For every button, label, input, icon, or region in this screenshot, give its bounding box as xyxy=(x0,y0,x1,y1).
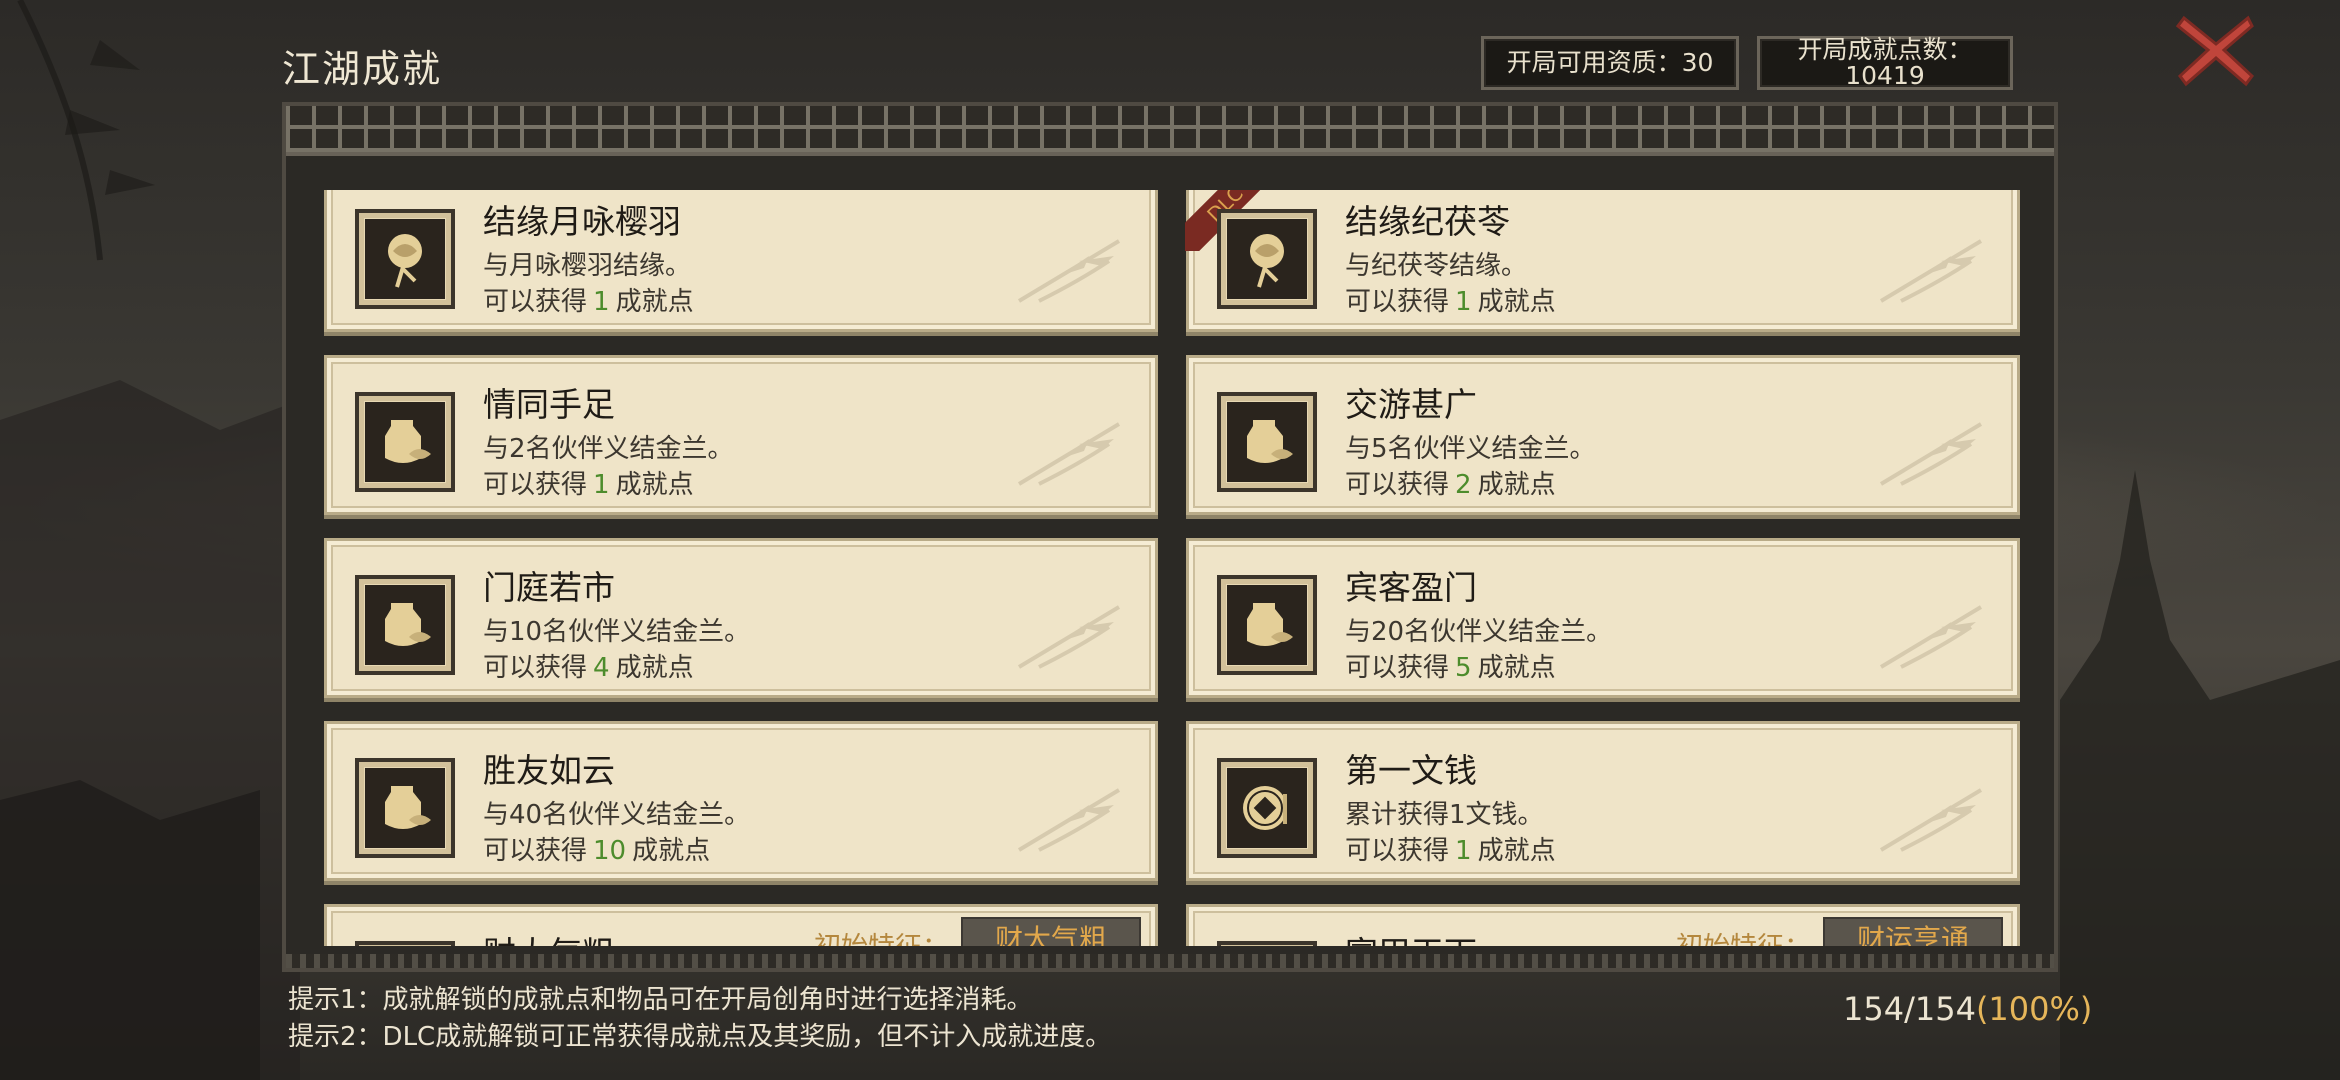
starting-aptitude-box: 开局可用资质：30 xyxy=(1481,36,1739,90)
achievement-name: 结缘月咏樱羽 xyxy=(483,202,681,241)
achievement-reward: 可以获得 1 成就点 xyxy=(1345,287,1556,317)
achievement-reward: 可以获得 1 成就点 xyxy=(1345,836,1556,866)
close-x-icon xyxy=(2175,15,2255,87)
achievement-name: 结缘纪茯苓 xyxy=(1345,202,1510,241)
achievement-icon-frame xyxy=(355,758,455,858)
starting-aptitude-label: 开局可用资质：30 xyxy=(1506,48,1714,77)
wine-jar-icon xyxy=(1247,420,1293,463)
achievement-card[interactable]: DLC 结缘纪茯苓 与纪茯苓结缘。 可以获得1成就点 xyxy=(1185,190,2020,332)
achievement-description: 与纪茯苓结缘。 xyxy=(1345,251,1528,281)
reward-points: 1 xyxy=(1455,287,1472,317)
achievement-card[interactable]: 富甲天下 初始特征： 财运亨通 xyxy=(1186,904,2020,946)
achievement-reward: 可以获得 5 成就点 xyxy=(1345,653,1556,683)
tip-2: 提示2：DLC成就解锁可正常获得成就点及其奖励，但不计入成就进度。 xyxy=(288,1022,1112,1052)
achievement-name: 胜友如云 xyxy=(483,751,615,790)
coin-icon xyxy=(1243,786,1287,830)
achievement-reward: 可以获得 2 成就点 xyxy=(1345,470,1556,500)
reward-points: 1 xyxy=(593,470,610,500)
achievement-description: 累计获得1文钱。 xyxy=(1345,800,1544,830)
achievement-description: 与月咏樱羽结缘。 xyxy=(483,251,692,281)
bamboo-watermark xyxy=(1017,788,1121,852)
initial-trait-value[interactable]: 财大气粗 xyxy=(961,917,1141,946)
achievement-description: 与20名伙伴义结金兰。 xyxy=(1345,617,1613,647)
achievement-frame: 结缘月咏樱羽 与月咏樱羽结缘。 可以获得1成就点 DLC 结缘纪茯苓 与纪茯苓结… xyxy=(282,102,2058,972)
achievement-card[interactable]: 财大气粗 初始特征： 财大气粗 xyxy=(324,904,1158,946)
achievement-icon-frame xyxy=(355,392,455,492)
bamboo-watermark xyxy=(1017,239,1121,303)
achievement-icon-frame xyxy=(355,941,455,946)
achievement-reward: 可以获得 1 成就点 xyxy=(483,287,694,317)
achievement-name: 宾客盈门 xyxy=(1345,568,1477,607)
achievement-name: 门庭若市 xyxy=(483,568,615,607)
achievement-description: 与2名伙伴义结金兰。 xyxy=(483,434,734,464)
initial-trait-label: 初始特征： xyxy=(1676,925,1811,946)
fret-border-top xyxy=(286,106,2054,156)
achievement-description: 与5名伙伴义结金兰。 xyxy=(1345,434,1596,464)
reward-points: 5 xyxy=(1455,653,1472,683)
achievement-card[interactable]: 第一文钱 累计获得1文钱。 可以获得 1 成就点 xyxy=(1186,721,2020,881)
achievement-reward: 可以获得 1 成就点 xyxy=(483,470,694,500)
achievement-list[interactable]: 结缘月咏樱羽 与月咏樱羽结缘。 可以获得1成就点 DLC 结缘纪茯苓 与纪茯苓结… xyxy=(324,190,2020,946)
reward-points: 2 xyxy=(1455,470,1472,500)
achievement-name: 情同手足 xyxy=(483,385,615,424)
achievement-icon-frame xyxy=(1217,758,1317,858)
initial-trait-value[interactable]: 财运亨通 xyxy=(1823,917,2003,946)
achievement-name: 富甲天下 xyxy=(1345,927,1477,946)
page-title: 江湖成就 xyxy=(282,47,443,91)
achievement-description: 与40名伙伴义结金兰。 xyxy=(483,800,751,830)
bamboo-watermark xyxy=(1879,239,1983,303)
wine-jar-icon xyxy=(385,603,431,646)
achievement-icon-frame xyxy=(1217,941,1317,946)
achievement-card[interactable]: 宾客盈门 与20名伙伴义结金兰。 可以获得 5 成就点 xyxy=(1186,538,2020,698)
achievement-reward: 可以获得 4 成就点 xyxy=(483,653,694,683)
achievement-description: 与10名伙伴义结金兰。 xyxy=(483,617,751,647)
close-button[interactable] xyxy=(2175,12,2256,88)
bamboo-watermark xyxy=(1017,422,1121,486)
achievement-icon-frame xyxy=(1217,575,1317,675)
wine-jar-icon xyxy=(385,420,431,463)
rose-icon xyxy=(1250,234,1284,288)
achievement-card[interactable]: 情同手足 与2名伙伴义结金兰。 可以获得 1 成就点 xyxy=(324,355,1158,515)
initial-trait-label: 初始特征： xyxy=(814,925,949,946)
starting-points-box: 开局成就点数： 10419 xyxy=(1757,36,2013,90)
bamboo-watermark xyxy=(1879,422,1983,486)
reward-points: 1 xyxy=(1455,836,1472,866)
fret-border-bottom xyxy=(286,954,2054,968)
reward-points: 4 xyxy=(593,653,610,683)
rose-icon xyxy=(388,234,422,288)
achievement-progress: 154/154(100%) xyxy=(1843,990,2092,1028)
achievement-icon-frame xyxy=(355,209,455,309)
achievement-reward: 可以获得 10 成就点 xyxy=(483,836,711,866)
bamboo-watermark xyxy=(1017,605,1121,669)
wine-jar-icon xyxy=(385,786,431,829)
wine-jar-icon xyxy=(1247,603,1293,646)
achievement-card[interactable]: 胜友如云 与40名伙伴义结金兰。 可以获得 10 成就点 xyxy=(324,721,1158,881)
achievement-card[interactable]: 结缘月咏樱羽 与月咏樱羽结缘。 可以获得 1 成就点 xyxy=(324,190,1158,332)
reward-points: 1 xyxy=(593,287,610,317)
bamboo-watermark xyxy=(1879,605,1983,669)
achievement-icon-frame xyxy=(1217,209,1317,309)
achievement-name: 第一文钱 xyxy=(1345,751,1477,790)
achievement-icon-frame xyxy=(355,575,455,675)
achievement-card[interactable]: 门庭若市 与10名伙伴义结金兰。 可以获得 4 成就点 xyxy=(324,538,1158,698)
achievement-name: 财大气粗 xyxy=(483,927,615,946)
reward-points: 10 xyxy=(593,836,627,866)
progress-count: 154/154 xyxy=(1843,990,1976,1028)
bamboo-watermark xyxy=(1879,788,1983,852)
tip-1: 提示1：成就解锁的成就点和物品可在开局创角时进行选择消耗。 xyxy=(288,985,1033,1015)
achievement-name: 交游甚广 xyxy=(1345,385,1477,424)
tips-area: 提示1：成就解锁的成就点和物品可在开局创角时进行选择消耗。 提示2：DLC成就解… xyxy=(288,982,1111,1056)
achievement-card[interactable]: 交游甚广 与5名伙伴义结金兰。 可以获得 2 成就点 xyxy=(1186,355,2020,515)
starting-points-value: 10419 xyxy=(1845,61,1925,90)
achievement-icon-frame xyxy=(1217,392,1317,492)
progress-percent: (100%) xyxy=(1975,990,2093,1028)
starting-points-label: 开局成就点数： xyxy=(1797,35,1973,64)
